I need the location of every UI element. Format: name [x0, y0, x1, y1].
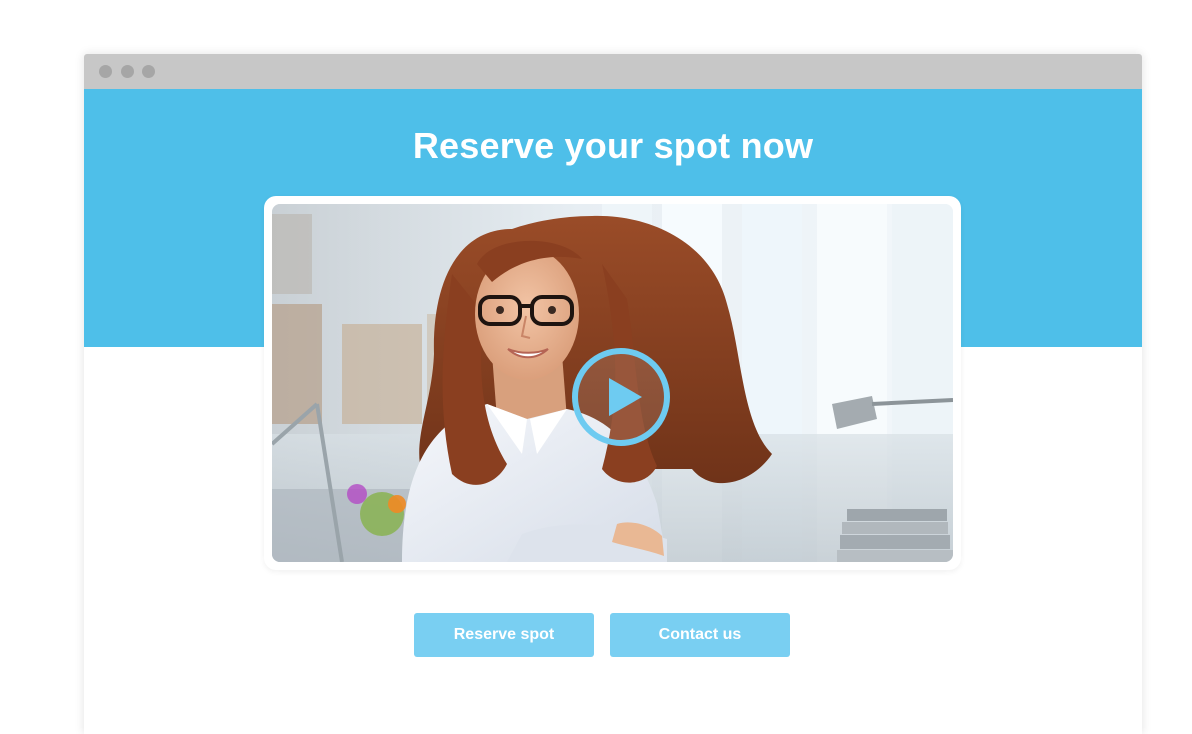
- play-icon: [572, 348, 670, 446]
- action-buttons: Reserve spot Contact us: [414, 613, 790, 657]
- video-card: [264, 196, 961, 570]
- browser-window: Reserve your spot now Reserve spot Conta…: [84, 54, 1142, 734]
- reserve-spot-button[interactable]: Reserve spot: [414, 613, 594, 657]
- minimize-dot[interactable]: [121, 65, 134, 78]
- play-button[interactable]: [571, 347, 671, 447]
- close-dot[interactable]: [99, 65, 112, 78]
- contact-us-button[interactable]: Contact us: [610, 613, 790, 657]
- window-titlebar: [84, 54, 1142, 89]
- video-player[interactable]: [272, 204, 953, 562]
- page-title: Reserve your spot now: [412, 125, 814, 166]
- maximize-dot[interactable]: [142, 65, 155, 78]
